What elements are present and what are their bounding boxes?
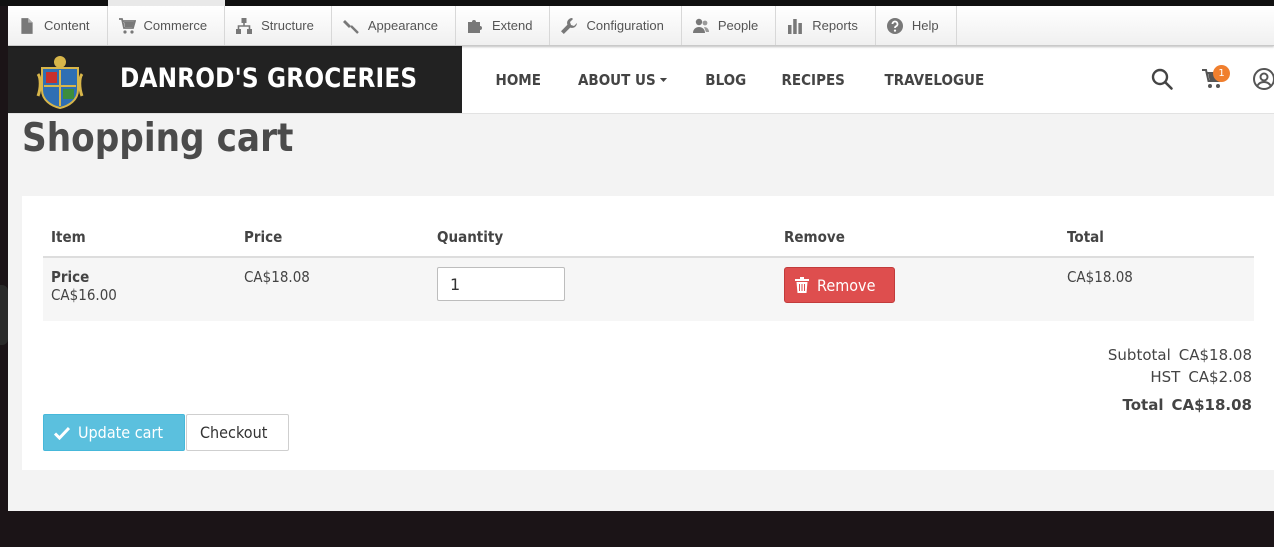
table-row: Price CA$16.00 CA$18.08 Remove CA$18.08 bbox=[43, 257, 1254, 321]
help-icon bbox=[886, 17, 904, 35]
browser-viewport: Content Commerce Structure Appearance Ex… bbox=[8, 6, 1274, 511]
paintbrush-icon bbox=[342, 17, 360, 35]
toolbar-item-label: Configuration bbox=[586, 18, 664, 33]
cart-item-cell: Price CA$16.00 bbox=[43, 257, 236, 321]
caret-down-icon bbox=[660, 78, 668, 82]
subtotal-row: Subtotal CA$18.08 bbox=[1108, 344, 1252, 366]
toolbar-item-reports[interactable]: Reports bbox=[776, 6, 876, 45]
site-name[interactable]: DANROD'S GROCERIES bbox=[120, 63, 417, 94]
puzzle-icon bbox=[466, 17, 484, 35]
column-header-quantity: Quantity bbox=[429, 216, 776, 258]
update-cart-label: Update cart bbox=[78, 423, 164, 442]
total-value: CA$18.08 bbox=[1171, 396, 1252, 414]
checkout-label: Checkout bbox=[200, 423, 268, 442]
sitemap-icon bbox=[235, 17, 253, 35]
item-unit-price: CA$16.00 bbox=[51, 286, 117, 304]
checkout-button[interactable]: Checkout bbox=[186, 414, 289, 451]
toolbar-item-label: Content bbox=[44, 18, 90, 33]
toolbar-item-configuration[interactable]: Configuration bbox=[550, 6, 682, 45]
nav-item-travelogue[interactable]: TRAVELOGUE bbox=[884, 71, 984, 89]
toolbar-item-content[interactable]: Content bbox=[8, 6, 108, 45]
nav-item-about-us[interactable]: ABOUT US bbox=[578, 70, 668, 89]
quantity-cell bbox=[429, 257, 776, 321]
toolbar-item-label: People bbox=[717, 18, 759, 33]
site-header: DANROD'S GROCERIES HOME ABOUT US BLOG RE… bbox=[8, 46, 1274, 114]
cart-form: Item Price Quantity Remove Total Price C… bbox=[22, 196, 1274, 470]
cart-count-badge: 1 bbox=[1213, 65, 1230, 82]
column-header-remove: Remove bbox=[776, 216, 1059, 258]
window-edge-handle bbox=[0, 285, 8, 345]
toolbar-item-label: Appearance bbox=[367, 18, 438, 33]
item-total: CA$18.08 bbox=[1067, 268, 1133, 286]
toolbar-item-label: Reports bbox=[812, 18, 858, 33]
tax-label: HST bbox=[1150, 368, 1181, 386]
document-icon bbox=[18, 17, 36, 35]
update-cart-button[interactable]: Update cart bbox=[43, 414, 186, 451]
toolbar-item-commerce[interactable]: Commerce bbox=[108, 6, 226, 45]
nav-item-home[interactable]: HOME bbox=[496, 71, 541, 89]
checkmark-icon bbox=[54, 426, 70, 440]
column-header-price: Price bbox=[236, 216, 429, 258]
tax-value: CA$2.08 bbox=[1188, 368, 1252, 386]
bar-chart-icon bbox=[786, 17, 804, 35]
toolbar-item-help[interactable]: Help bbox=[876, 6, 957, 45]
remove-cell: Remove bbox=[776, 257, 1059, 321]
user-account-icon[interactable] bbox=[1252, 67, 1274, 91]
toolbar-item-label: Help bbox=[911, 18, 939, 33]
main-navigation: HOME ABOUT US BLOG RECIPES TRAVELOGUE bbox=[478, 46, 1005, 113]
column-header-total: Total bbox=[1059, 216, 1254, 258]
grand-total-row: Total CA$18.08 bbox=[1108, 394, 1253, 416]
people-icon bbox=[692, 17, 710, 35]
nav-item-recipes[interactable]: RECIPES bbox=[782, 71, 845, 89]
subtotal-value: CA$18.08 bbox=[1178, 346, 1252, 364]
toolbar-item-label: Extend bbox=[492, 18, 533, 33]
order-totals: Subtotal CA$18.08 HST CA$2.08 Total CA$18.0… bbox=[1108, 344, 1252, 416]
admin-toolbar: Content Commerce Structure Appearance Ex… bbox=[8, 6, 1274, 46]
table-header-row: Item Price Quantity Remove Total bbox=[43, 216, 1254, 258]
search-icon[interactable] bbox=[1150, 67, 1174, 91]
coat-of-arms-logo-icon bbox=[36, 56, 84, 110]
remove-button-label: Remove bbox=[817, 275, 876, 295]
remove-button[interactable]: Remove bbox=[784, 267, 895, 303]
item-title[interactable]: Price bbox=[51, 268, 89, 286]
site-branding[interactable]: DANROD'S GROCERIES bbox=[8, 46, 462, 113]
total-cell: CA$18.08 bbox=[1059, 257, 1254, 321]
toolbar-item-structure[interactable]: Structure bbox=[225, 6, 332, 45]
toolbar-item-label: Commerce bbox=[143, 18, 208, 33]
cart-icon bbox=[118, 17, 136, 35]
cart-table: Item Price Quantity Remove Total Price C… bbox=[43, 216, 1254, 321]
subtotal-label: Subtotal bbox=[1107, 346, 1171, 364]
item-price: CA$18.08 bbox=[244, 268, 310, 286]
toolbar-item-label: Structure bbox=[261, 18, 314, 33]
total-label: Total bbox=[1122, 396, 1164, 414]
price-cell: CA$18.08 bbox=[236, 257, 429, 321]
toolbar-item-people[interactable]: People bbox=[682, 6, 777, 45]
trash-icon bbox=[795, 277, 809, 293]
quantity-input[interactable] bbox=[437, 267, 565, 301]
toolbar-item-extend[interactable]: Extend bbox=[456, 6, 551, 45]
toolbar-item-appearance[interactable]: Appearance bbox=[332, 6, 456, 45]
nav-item-label: ABOUT US bbox=[578, 70, 657, 89]
nav-item-blog[interactable]: BLOG bbox=[705, 71, 746, 89]
page-title: Shopping cart bbox=[22, 116, 294, 161]
wrench-icon bbox=[560, 17, 578, 35]
tax-row: HST CA$2.08 bbox=[1108, 366, 1252, 388]
column-header-item: Item bbox=[43, 216, 236, 258]
